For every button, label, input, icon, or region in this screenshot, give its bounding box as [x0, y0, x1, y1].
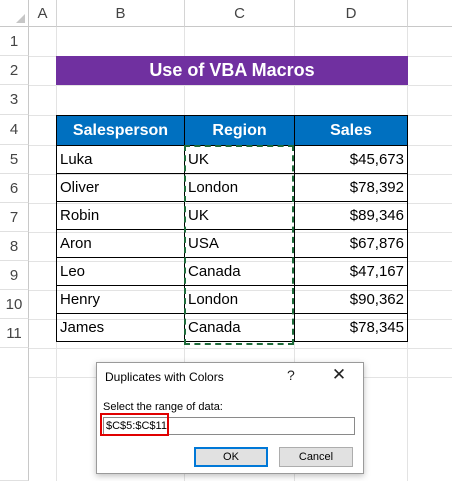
sales-cell[interactable]: $89,346	[294, 201, 408, 230]
sales-cell[interactable]: $78,392	[294, 173, 408, 202]
row-header-blank	[0, 348, 29, 481]
salesperson-cell[interactable]: Oliver	[56, 173, 185, 202]
salesperson-cell[interactable]: James	[56, 313, 185, 342]
column-header-d[interactable]: D	[295, 0, 408, 27]
header-region[interactable]: Region	[184, 115, 295, 146]
table-row: Aron USA $67,876	[56, 229, 408, 258]
page-title[interactable]: Use of VBA Macros	[56, 56, 408, 85]
table-header-row: Salesperson Region Sales	[56, 115, 408, 146]
region-cell[interactable]: Canada	[184, 257, 295, 286]
sales-cell[interactable]: $67,876	[294, 229, 408, 258]
row-header-5[interactable]: 5	[0, 145, 29, 174]
sales-cell[interactable]: $78,345	[294, 313, 408, 342]
close-icon[interactable]: ✕	[329, 365, 349, 385]
row-header-8[interactable]: 8	[0, 232, 29, 261]
row-header-9[interactable]: 9	[0, 261, 29, 290]
row-header-4[interactable]: 4	[0, 115, 29, 145]
row-header-7[interactable]: 7	[0, 203, 29, 232]
salesperson-cell[interactable]: Henry	[56, 285, 185, 314]
column-header-e[interactable]	[408, 0, 452, 27]
header-sales[interactable]: Sales	[294, 115, 408, 146]
row-header-1[interactable]: 1	[0, 27, 29, 56]
gridline	[29, 85, 452, 86]
row-header-2[interactable]: 2	[0, 56, 29, 85]
region-cell[interactable]: London	[184, 173, 295, 202]
sales-cell[interactable]: $47,167	[294, 257, 408, 286]
ok-button[interactable]: OK	[194, 447, 268, 467]
table-row: Leo Canada $47,167	[56, 257, 408, 286]
row-header-3[interactable]: 3	[0, 85, 29, 115]
table-row: Robin UK $89,346	[56, 201, 408, 230]
spreadsheet: A B C D 1 2 3 4 5 6 7 8 9 10 11 Use of V…	[0, 0, 452, 481]
salesperson-cell[interactable]: Leo	[56, 257, 185, 286]
cancel-button[interactable]: Cancel	[279, 447, 353, 467]
table-row: James Canada $78,345	[56, 313, 408, 342]
region-cell[interactable]: Canada	[184, 313, 295, 342]
table-row: Luka UK $45,673	[56, 145, 408, 174]
salesperson-cell[interactable]: Luka	[56, 145, 185, 174]
row-header-11[interactable]: 11	[0, 319, 29, 348]
select-all-corner[interactable]	[0, 0, 29, 27]
help-button[interactable]: ?	[287, 367, 295, 383]
table-row: Henry London $90,362	[56, 285, 408, 314]
sales-cell[interactable]: $45,673	[294, 145, 408, 174]
row-header-6[interactable]: 6	[0, 174, 29, 203]
region-cell[interactable]: London	[184, 285, 295, 314]
sales-table: Salesperson Region Sales Luka UK $45,673…	[56, 115, 408, 342]
range-prompt-label: Select the range of data:	[103, 401, 223, 413]
region-cell[interactable]: USA	[184, 229, 295, 258]
region-cell[interactable]: UK	[184, 201, 295, 230]
header-salesperson[interactable]: Salesperson	[56, 115, 185, 146]
sales-cell[interactable]: $90,362	[294, 285, 408, 314]
range-input[interactable]: $C$5:$C$11	[103, 417, 355, 435]
row-header-10[interactable]: 10	[0, 290, 29, 319]
salesperson-cell[interactable]: Robin	[56, 201, 185, 230]
column-header-a[interactable]: A	[29, 0, 57, 27]
duplicates-dialog: Duplicates with Colors ? ✕ Select the ra…	[96, 362, 364, 474]
column-header-c[interactable]: C	[185, 0, 295, 27]
region-cell[interactable]: UK	[184, 145, 295, 174]
dialog-title: Duplicates with Colors	[105, 370, 224, 384]
salesperson-cell[interactable]: Aron	[56, 229, 185, 258]
table-row: Oliver London $78,392	[56, 173, 408, 202]
column-header-b[interactable]: B	[57, 0, 185, 27]
gridline	[29, 348, 452, 349]
column-header-bar: A B C D	[0, 0, 452, 27]
